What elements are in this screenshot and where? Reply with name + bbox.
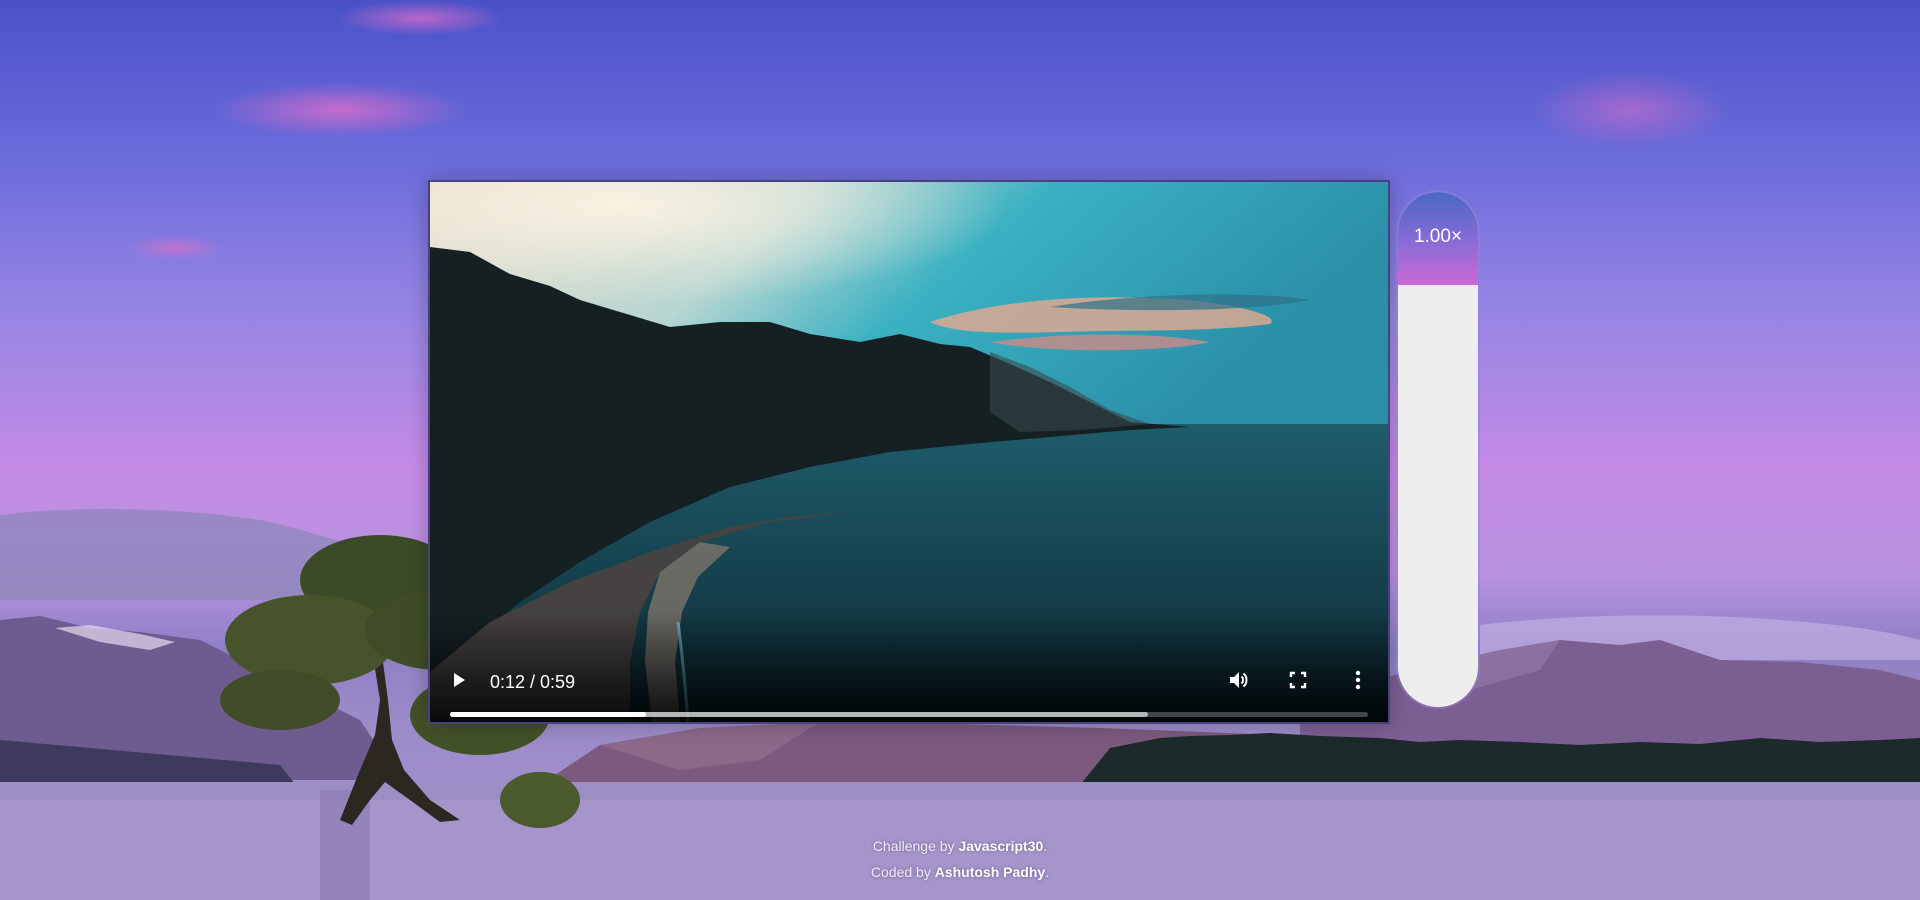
- playback-speed-label: 1.00×: [1413, 226, 1463, 248]
- footer-challenge-prefix: Challenge by: [872, 838, 959, 854]
- footer-credit-author: Coded by Ashutosh Padhy.: [0, 859, 1920, 885]
- footer-challenge-suffix: .: [1043, 838, 1048, 854]
- fullscreen-icon: [1289, 671, 1307, 689]
- more-options-button[interactable]: [1342, 664, 1374, 696]
- progress-bar[interactable]: [450, 712, 1368, 717]
- play-button[interactable]: [443, 664, 475, 696]
- fullscreen-button[interactable]: [1282, 664, 1314, 696]
- footer-author-prefix: Coded by: [870, 864, 935, 880]
- javascript30-link[interactable]: Javascript30: [958, 838, 1043, 854]
- progress-played: [450, 712, 647, 717]
- volume-button[interactable]: [1222, 664, 1254, 696]
- playback-speed-slider[interactable]: 1.00×: [1398, 192, 1478, 707]
- footer-author-suffix: .: [1045, 864, 1050, 880]
- play-icon: [454, 673, 465, 687]
- author-link[interactable]: Ashutosh Padhy: [935, 864, 1045, 880]
- video-controls: 0:12 / 0:59: [430, 612, 1388, 722]
- video-player[interactable]: 0:12 / 0:59: [428, 180, 1390, 724]
- footer: Challenge by Javascript30. Coded by Ashu…: [0, 833, 1920, 885]
- playback-speed-fill[interactable]: 1.00×: [1398, 192, 1478, 285]
- time-display: 0:12 / 0:59: [490, 672, 576, 692]
- volume-icon: [1230, 672, 1248, 688]
- more-options-icon: [1355, 670, 1361, 690]
- footer-credit-challenge: Challenge by Javascript30.: [0, 833, 1920, 859]
